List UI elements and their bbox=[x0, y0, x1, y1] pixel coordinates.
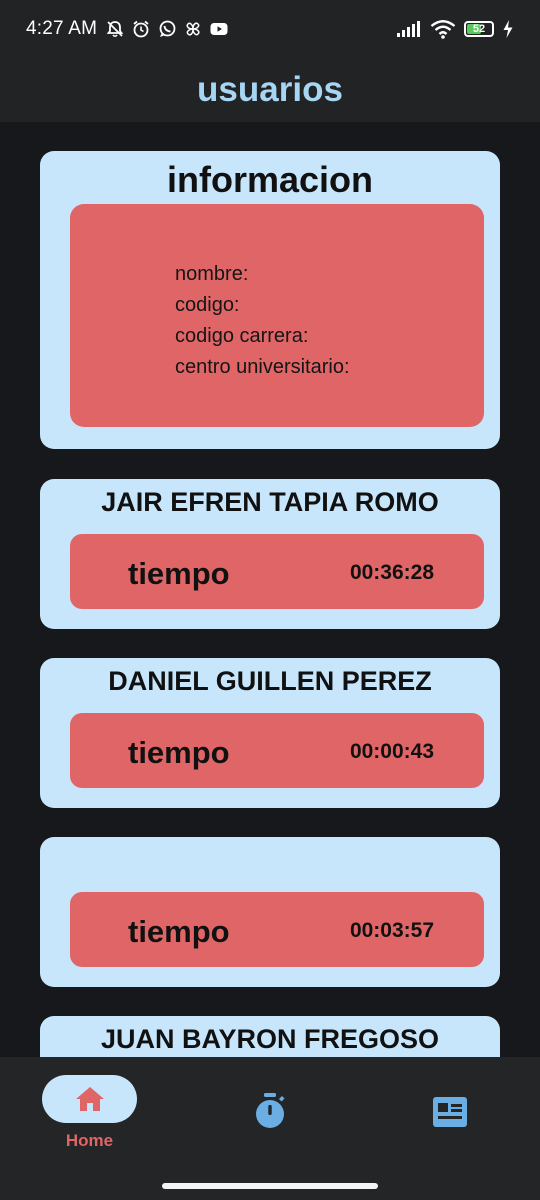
info-field-centro-universitario: centro universitario: bbox=[175, 356, 350, 378]
time-panel: tiempo 00:36:28 bbox=[70, 534, 484, 609]
status-system-icons: 52 bbox=[396, 19, 514, 39]
user-card[interactable]: JAIR EFREN TAPIA ROMO tiempo 00:36:28 bbox=[40, 479, 500, 629]
info-panel: nombre: codigo: codigo carrera: centro u… bbox=[70, 204, 484, 427]
charging-icon bbox=[503, 20, 513, 38]
user-name bbox=[40, 845, 500, 875]
info-field-codigo-carrera: codigo carrera: bbox=[175, 325, 309, 347]
home-icon bbox=[75, 1087, 104, 1111]
alarm-icon bbox=[133, 20, 149, 38]
user-name: JAIR EFREN TAPIA ROMO bbox=[101, 487, 439, 517]
youtube-icon bbox=[210, 23, 228, 35]
status-bar: 4:27 AM 52 bbox=[0, 0, 540, 58]
user-card[interactable]: DANIEL GUILLEN PEREZ tiempo 00:00:43 bbox=[40, 658, 500, 808]
bottom-navigation: Home bbox=[0, 1057, 540, 1200]
news-icon bbox=[433, 1097, 467, 1127]
nav-home-button[interactable] bbox=[42, 1075, 137, 1123]
nav-timer-button[interactable] bbox=[252, 1092, 288, 1135]
info-field-nombre: nombre: bbox=[175, 263, 249, 285]
info-title: informacion bbox=[166, 159, 373, 200]
time-panel: tiempo 00:00:43 bbox=[70, 713, 484, 788]
home-indicator[interactable] bbox=[162, 1183, 378, 1189]
time-label: tiempo bbox=[128, 914, 230, 949]
mute-icon bbox=[106, 21, 124, 38]
page-title: usuarios bbox=[197, 70, 343, 109]
battery-level: 52 bbox=[472, 23, 486, 35]
user-card[interactable]: JUAN BAYRON FREGOSO bbox=[40, 1016, 500, 1057]
user-card[interactable]: tiempo 00:03:57 bbox=[40, 837, 500, 987]
whatsapp-icon bbox=[159, 20, 176, 37]
timer-icon bbox=[256, 1093, 285, 1128]
screen: 4:27 AM 52 usuarios informacion nombre: … bbox=[0, 0, 540, 1200]
user-name: JUAN BAYRON FREGOSO bbox=[100, 1024, 440, 1054]
time-label: tiempo bbox=[128, 735, 230, 770]
wifi-icon bbox=[430, 20, 456, 39]
status-notification-icons bbox=[105, 19, 229, 39]
nav-news-button[interactable] bbox=[432, 1096, 468, 1133]
status-time: 4:27 AM bbox=[26, 18, 98, 39]
time-value: 00:36:28 bbox=[349, 561, 434, 584]
time-panel: tiempo 00:03:57 bbox=[70, 892, 484, 967]
info-card: informacion nombre: codigo: codigo carre… bbox=[40, 151, 500, 449]
time-value: 00:03:57 bbox=[349, 919, 434, 942]
time-value: 00:00:43 bbox=[349, 740, 434, 763]
info-field-codigo: codigo: bbox=[175, 294, 240, 316]
user-name: DANIEL GUILLEN PEREZ bbox=[108, 666, 432, 696]
battery-icon: 52 bbox=[464, 21, 494, 37]
nav-home-label: Home bbox=[65, 1131, 114, 1150]
time-label: tiempo bbox=[128, 556, 230, 591]
pinwheel-icon bbox=[186, 22, 200, 36]
signal-icon bbox=[397, 21, 420, 37]
app-bar: usuarios bbox=[0, 58, 540, 122]
user-list[interactable]: informacion nombre: codigo: codigo carre… bbox=[0, 122, 540, 1057]
